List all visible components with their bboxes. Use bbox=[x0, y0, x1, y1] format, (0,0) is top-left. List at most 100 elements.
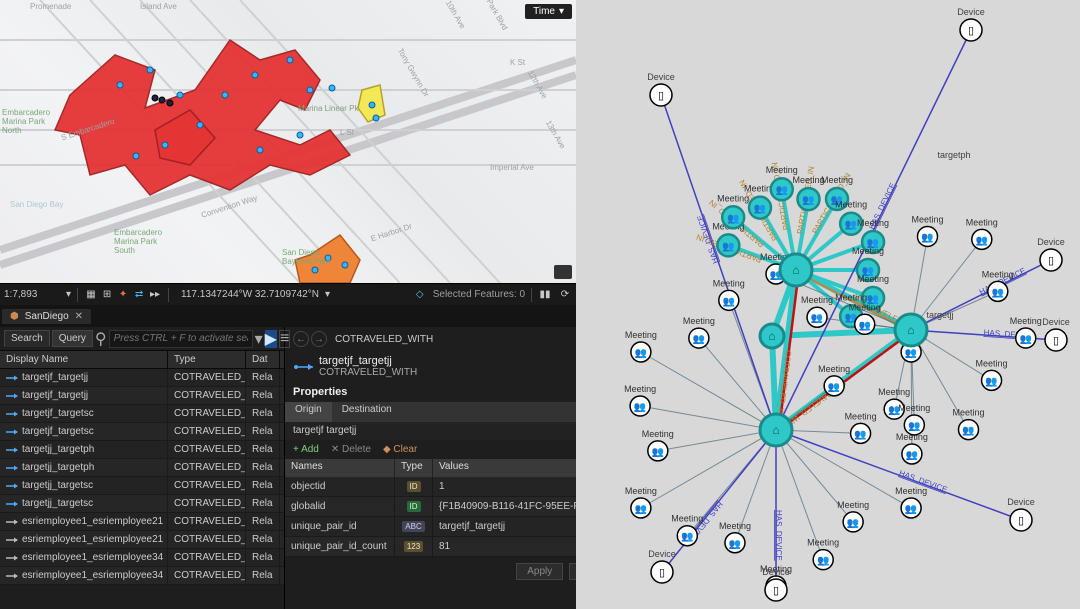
nav-back-icon[interactable]: ← bbox=[293, 331, 309, 347]
svg-text:▯: ▯ bbox=[658, 90, 664, 102]
col-names[interactable]: Names bbox=[285, 459, 395, 477]
chevron-down-icon: ▾ bbox=[559, 6, 564, 17]
col-values[interactable]: Values bbox=[433, 459, 576, 477]
map-scale[interactable]: 1:7,893 bbox=[4, 289, 60, 300]
entities-table-panel: Search Query ⚲ ▾ ▶ ≡ Display Name Type D… bbox=[0, 327, 285, 609]
table-row[interactable]: targetjj_targetscCOTRAVELED_WITHRela bbox=[0, 495, 284, 513]
table-row[interactable]: targetjf_targetjjCOTRAVELED_WITHRela bbox=[0, 369, 284, 387]
apply-button[interactable]: Apply bbox=[516, 563, 563, 580]
map-label: Embarcadero Marina Park South bbox=[114, 228, 174, 255]
map-label: L St bbox=[340, 128, 354, 137]
svg-text:Meeting: Meeting bbox=[976, 358, 1008, 368]
prop-row[interactable]: globalidID{F1B40909-B116-41FC-95EE-FE715… bbox=[285, 497, 576, 517]
svg-text:Meeting: Meeting bbox=[835, 292, 867, 302]
svg-text:⌂: ⌂ bbox=[907, 323, 914, 337]
table-row[interactable]: targetjf_targetscCOTRAVELED_WITHRela bbox=[0, 423, 284, 441]
table-row[interactable]: esriemployee1_esriemployee34COTRAVELED_W… bbox=[0, 549, 284, 567]
svg-text:Meeting: Meeting bbox=[911, 214, 943, 224]
svg-text:👥: 👥 bbox=[921, 232, 933, 243]
chevron-down-icon[interactable]: ▾ bbox=[255, 330, 263, 348]
tab-sandiego[interactable]: ⬢ SanDiego ✕ bbox=[2, 309, 91, 324]
table-row[interactable]: targetjj_targetphCOTRAVELED_WITHRela bbox=[0, 441, 284, 459]
map-label: San Diego Bay bbox=[10, 200, 63, 209]
map-tool-icon[interactable]: ⊞ bbox=[100, 288, 114, 302]
table-row[interactable]: esriemployee1_esriemployee21COTRAVELED_W… bbox=[0, 513, 284, 531]
svg-text:👥: 👥 bbox=[847, 518, 859, 529]
prop-row[interactable]: unique_pair_idABCtargetjf_targetjj bbox=[285, 517, 576, 537]
prop-row[interactable]: objectidID1 bbox=[285, 477, 576, 497]
query-tab[interactable]: Query bbox=[52, 330, 93, 347]
svg-text:👥: 👥 bbox=[976, 235, 988, 246]
table-row[interactable]: targetjj_targetphCOTRAVELED_WITHRela bbox=[0, 459, 284, 477]
svg-text:Meeting: Meeting bbox=[952, 408, 984, 418]
svg-text:👥: 👥 bbox=[634, 402, 646, 413]
svg-text:▯: ▯ bbox=[773, 585, 779, 597]
map-label: K St bbox=[510, 58, 525, 67]
svg-text:👥: 👥 bbox=[693, 334, 705, 345]
selection-icon[interactable]: ◇ bbox=[413, 288, 427, 302]
clear-button[interactable]: ◆ Clear bbox=[383, 444, 417, 455]
svg-text:▯: ▯ bbox=[968, 25, 974, 37]
cancel-button[interactable]: Cancel bbox=[569, 563, 576, 580]
svg-text:👥: 👥 bbox=[906, 450, 918, 461]
prop-row[interactable]: unique_pair_id_count12381 bbox=[285, 537, 576, 557]
search-tab[interactable]: Search bbox=[4, 330, 50, 347]
map-label: Island Ave bbox=[140, 2, 177, 11]
chevron-down-icon[interactable]: ▾ bbox=[325, 289, 330, 300]
col-type[interactable]: Type bbox=[168, 351, 246, 368]
svg-text:Meeting: Meeting bbox=[801, 295, 833, 305]
origin-tab[interactable]: Origin bbox=[285, 402, 332, 422]
play-icon[interactable]: ▶ bbox=[265, 330, 277, 348]
svg-text:Device: Device bbox=[1007, 497, 1035, 507]
svg-text:Meeting: Meeting bbox=[966, 217, 998, 227]
refresh-icon[interactable]: ⟳ bbox=[558, 288, 572, 302]
pause-icon[interactable]: ▮▮ bbox=[538, 288, 552, 302]
destination-tab[interactable]: Destination bbox=[332, 402, 402, 422]
svg-text:Device: Device bbox=[647, 72, 675, 82]
svg-text:👥: 👥 bbox=[681, 532, 693, 543]
map-tool-icon[interactable]: ▦ bbox=[84, 288, 98, 302]
panel-tab-bar: ⬢ SanDiego ✕ bbox=[0, 305, 576, 327]
svg-text:Device: Device bbox=[1037, 237, 1065, 247]
col-dat[interactable]: Dat bbox=[246, 351, 280, 368]
table-row[interactable]: targetjf_targetscCOTRAVELED_WITHRela bbox=[0, 405, 284, 423]
svg-text:Meeting: Meeting bbox=[625, 486, 657, 496]
chevron-down-icon[interactable]: ▾ bbox=[66, 289, 71, 300]
link-graph-viewport[interactable]: HAS_DEVICEHAS_DEVICEHAS_DEVICEHAS_DEVICE… bbox=[576, 0, 1080, 609]
col-type[interactable]: Type bbox=[395, 459, 433, 477]
delete-button[interactable]: ✕ Delete bbox=[331, 444, 371, 455]
map-label: Embarcadero Marina Park North bbox=[2, 108, 62, 135]
map-tool-icon[interactable]: ▸▸ bbox=[148, 288, 162, 302]
svg-text:Meeting: Meeting bbox=[835, 200, 867, 210]
add-button[interactable]: + Add bbox=[293, 444, 319, 455]
svg-text:Meeting: Meeting bbox=[857, 274, 889, 284]
svg-text:HAS_DEVICE: HAS_DEVICE bbox=[774, 510, 783, 561]
svg-text:👥: 👥 bbox=[962, 426, 974, 437]
map-tool-icon[interactable]: ✦ bbox=[116, 288, 130, 302]
svg-text:👥: 👥 bbox=[985, 376, 997, 387]
basemap-icon[interactable] bbox=[554, 265, 572, 279]
props-subtitle: COTRAVELED_WITH bbox=[319, 367, 417, 378]
table-row[interactable]: targetjf_targetjjCOTRAVELED_WITHRela bbox=[0, 387, 284, 405]
close-icon[interactable]: ✕ bbox=[75, 311, 83, 322]
search-input[interactable] bbox=[109, 330, 253, 348]
table-row[interactable]: esriemployee1_esriemployee34COTRAVELED_W… bbox=[0, 567, 284, 585]
svg-text:▯: ▯ bbox=[1053, 335, 1059, 347]
map-tool-icon[interactable]: ⇄ bbox=[132, 288, 146, 302]
table-row[interactable]: targetjj_targetscCOTRAVELED_WITHRela bbox=[0, 477, 284, 495]
svg-text:Meeting: Meeting bbox=[849, 302, 881, 312]
map-viewport[interactable]: Promenade Island Ave K St L St Imperial … bbox=[0, 0, 576, 283]
svg-text:⌂: ⌂ bbox=[772, 423, 779, 437]
properties-section: Properties bbox=[285, 382, 576, 402]
time-button[interactable]: Time ▾ bbox=[525, 4, 572, 19]
table-row[interactable]: esriemployee1_esriemployee21COTRAVELED_W… bbox=[0, 531, 284, 549]
svg-text:👥: 👥 bbox=[1019, 334, 1031, 345]
svg-text:Meeting: Meeting bbox=[713, 278, 745, 288]
col-displayname[interactable]: Display Name bbox=[0, 351, 168, 368]
nav-fwd-icon[interactable]: → bbox=[311, 331, 327, 347]
svg-text:Meeting: Meeting bbox=[845, 411, 877, 421]
tab-label: SanDiego bbox=[25, 311, 69, 322]
prop-body: objectidID1globalidID{F1B40909-B116-41FC… bbox=[285, 477, 576, 557]
svg-text:Meeting: Meeting bbox=[683, 316, 715, 326]
filter-icon[interactable]: ⚲ bbox=[95, 330, 107, 348]
